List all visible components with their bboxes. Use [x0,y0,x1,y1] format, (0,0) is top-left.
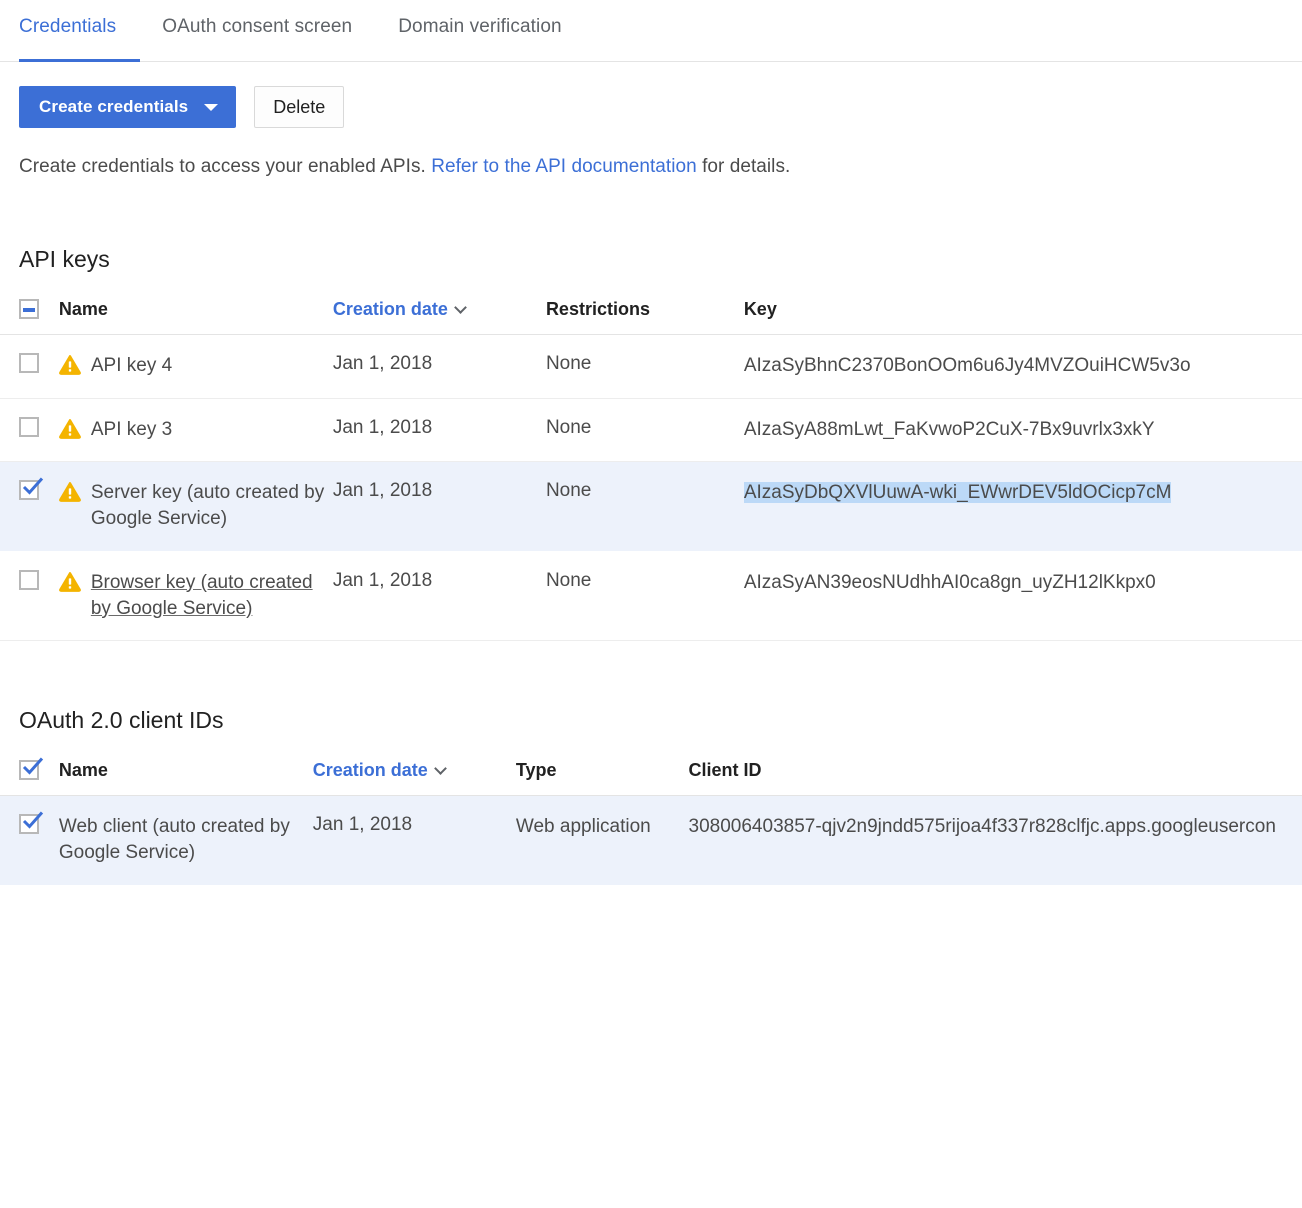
create-credentials-button[interactable]: Create credentials [19,86,237,128]
oauth-col-creation-date[interactable]: Creation date [312,734,516,797]
row-select-cell [0,795,59,885]
oauth-select-all-header [0,734,59,797]
warning-icon [58,418,81,440]
table-row[interactable]: Browser key (auto created by Google Serv… [0,551,1302,642]
active-tab-indicator [19,59,140,62]
api-key-value-cell: AIzaSyAN39eosNUdhhAI0ca8gn_uyZH12lKkpx0 [743,551,1302,642]
oauth-clients-table: Name Creation date Type Client ID Web cl… [0,734,1302,885]
api-keys-col-name: Name [58,273,333,335]
delete-button[interactable]: Delete [254,86,345,128]
checkmark-icon [22,477,44,497]
api-key-name-label: API key 4 [90,355,173,376]
api-key-name-cell: Browser key (auto created by Google Serv… [58,551,333,642]
checkmark-icon [22,757,44,777]
row-select-checkbox[interactable] [19,477,44,501]
api-keys-sort-creation-date[interactable]: Creation date [332,299,467,319]
api-keys-col-creation-date[interactable]: Creation date [332,273,546,335]
chevron-down-icon [433,762,447,775]
table-row[interactable]: API key 3 Jan 1, 2018 None AIzaSyA88mLwt_Fa… [0,398,1302,463]
api-key-name-wrapper: Browser key (auto created by Google Serv… [58,570,333,622]
row-select-checkbox[interactable] [19,416,39,437]
oauth-col-client-id: Client ID [688,734,1302,797]
warning-icon [58,571,81,593]
toolbar: Create credentials Delete [0,62,1302,128]
row-select-checkbox[interactable] [19,353,39,373]
api-keys-select-all-checkbox[interactable] [19,299,39,319]
table-row[interactable]: Web client (auto created by Google Servi… [0,795,1302,885]
chevron-down-icon [204,103,219,111]
api-key-name-label: API key 3 [90,418,173,440]
api-key-name-wrapper: API key 3 [58,417,333,443]
api-key-value-cell: AIzaSyBhnC2370BonOOm6u6Jy4MVZOuiHCW5v3o [743,334,1302,399]
description-text-before: Create credentials to access your enable… [19,156,432,177]
table-row[interactable]: Server key (auto created by Google Servi… [0,461,1302,552]
api-documentation-link[interactable]: Refer to the API documentation [431,156,697,177]
tab-credentials[interactable]: Credentials [19,0,116,58]
api-key-creation-date-cell: Jan 1, 2018 [332,334,546,399]
oauth-clients-section: OAuth 2.0 client IDs Name Creation date … [0,707,1302,885]
api-key-name-link[interactable]: Browser key (auto created by Google Serv… [91,570,333,622]
api-key-value[interactable]: AIzaSyAN39eosNUdhhAI0ca8gn_uyZH12lKkpx0 [744,572,1156,593]
api-key-restrictions-cell: None [545,334,744,399]
oauth-sort-creation-date[interactable]: Creation date [312,760,447,781]
row-select-cell [0,334,59,399]
tab-oauth-consent-screen[interactable]: OAuth consent screen [162,0,352,58]
api-key-value[interactable]: AIzaSyDbQXVlUuwA-wki_EWwrDEV5ldOCicp7cM [743,482,1172,504]
api-keys-col-restrictions: Restrictions [545,273,744,335]
chevron-down-icon [453,301,467,314]
indeterminate-dash-icon [23,308,35,312]
oauth-client-name-cell: Web client (auto created by Google Servi… [58,795,313,885]
api-keys-title: API keys [19,246,110,272]
api-key-creation-date-cell: Jan 1, 2018 [332,461,546,552]
api-keys-table: Name Creation date Restrictions Key API … [0,273,1302,642]
api-key-name-wrapper: Server key (auto created by Google Servi… [58,480,333,532]
api-key-value-cell: AIzaSyDbQXVlUuwA-wki_EWwrDEV5ldOCicp7cM [743,461,1302,552]
row-select-cell [0,551,59,642]
api-key-name-wrapper: API key 4 [58,353,333,379]
api-key-name-cell: API key 4 [58,334,333,399]
api-keys-table-body: API key 4 Jan 1, 2018 None AIzaSyBhnC2370Bo… [0,334,1302,642]
oauth-clients-title: OAuth 2.0 client IDs [19,707,224,734]
api-key-value-cell: AIzaSyA88mLwt_FaKvwoP2CuX-7Bx9uvrlx3xkY [743,398,1302,463]
row-select-checkbox[interactable] [19,569,39,590]
oauth-header-row: Name Creation date Type Client ID [0,734,1302,797]
api-key-restrictions-cell: None [545,398,744,463]
page-description: Create credentials to access your enable… [0,128,1302,178]
tab-bar-divider [0,61,1302,62]
tab-domain-verification[interactable]: Domain verification [398,0,561,58]
create-credentials-label: Create credentials [39,97,189,116]
api-key-name-cell: API key 3 [58,398,333,463]
row-select-checkbox[interactable] [19,811,44,835]
api-keys-select-all-header [0,273,59,335]
oauth-col-name: Name [58,734,313,797]
oauth-creation-date-cell: Jan 1, 2018 [312,795,516,885]
warning-icon [58,481,81,503]
api-keys-header-row: Name Creation date Restrictions Key [0,273,1302,335]
api-keys-section: API keys Name Creation date Restrictions… [0,246,1302,642]
oauth-client-id-value[interactable]: 308006403857-qjv2n9jndd575rijoa4f337r828… [689,816,1276,837]
api-keys-col-creation-date-label: Creation date [332,299,448,319]
warning-icon [58,354,81,376]
api-key-value[interactable]: AIzaSyBhnC2370BonOOm6u6Jy4MVZOuiHCW5v3o [744,355,1191,376]
oauth-table-body: Web client (auto created by Google Servi… [0,795,1302,885]
oauth-type-cell: Web application [515,795,689,885]
api-key-restrictions-cell: None [545,461,744,552]
api-keys-col-key: Key [743,273,1302,335]
api-key-creation-date-cell: Jan 1, 2018 [332,551,546,642]
api-key-creation-date-cell: Jan 1, 2018 [332,398,546,463]
oauth-select-all-checkbox[interactable] [19,757,44,781]
description-text-after: for details. [696,156,791,177]
api-key-restrictions-cell: None [545,551,744,642]
oauth-client-id-cell: 308006403857-qjv2n9jndd575rijoa4f337r828… [688,795,1302,885]
row-select-cell [0,461,59,552]
api-key-name-label: Server key (auto created by Google Servi… [90,482,325,530]
table-row[interactable]: API key 4 Jan 1, 2018 None AIzaSyBhnC2370Bo… [0,334,1302,399]
api-key-value[interactable]: AIzaSyA88mLwt_FaKvwoP2CuX-7Bx9uvrlx3xkY [744,419,1155,440]
oauth-col-creation-date-label: Creation date [312,760,428,781]
row-select-cell [0,398,59,463]
checkmark-icon [22,811,44,831]
oauth-col-type: Type [515,734,689,797]
tab-bar: Credentials OAuth consent screen Domain … [0,0,1302,62]
api-key-name-cell: Server key (auto created by Google Servi… [58,461,333,552]
